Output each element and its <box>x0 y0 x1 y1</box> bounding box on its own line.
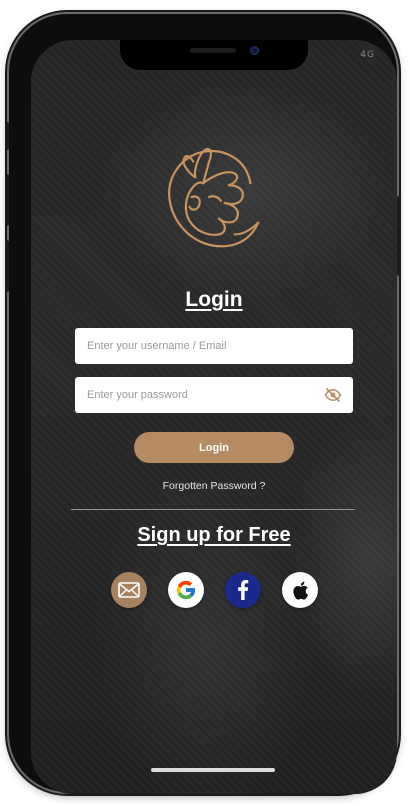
signup-link[interactable]: Sign up for Free <box>31 524 397 547</box>
phone-frame: 4G Login Enter your username / Email Log… <box>5 14 401 794</box>
password-field[interactable] <box>75 377 353 413</box>
hand-ok-gesture-logo-icon <box>168 147 260 248</box>
divider <box>71 509 355 510</box>
front-camera <box>250 46 259 55</box>
apple-login-button[interactable] <box>281 572 318 608</box>
username-field[interactable] <box>75 328 353 364</box>
envelope-icon <box>117 582 140 598</box>
username-input[interactable] <box>75 340 353 352</box>
facebook-login-button[interactable] <box>224 572 261 608</box>
password-input[interactable] <box>75 389 353 401</box>
login-button[interactable]: Login <box>134 432 294 463</box>
power-button <box>397 196 401 276</box>
social-login-row <box>31 572 397 608</box>
google-icon <box>176 580 195 600</box>
volume-up-button <box>5 174 9 226</box>
google-login-button[interactable] <box>167 572 204 608</box>
forgot-password-link[interactable]: Forgotten Password ? <box>31 480 397 492</box>
eye-slash-icon[interactable] <box>323 386 343 404</box>
app-screen: 4G Login Enter your username / Email Log… <box>31 40 397 794</box>
apple-icon <box>292 581 308 600</box>
login-title: Login <box>185 288 243 311</box>
notch <box>120 40 308 70</box>
status-bar-network: 4G <box>360 50 375 60</box>
mute-switch <box>5 122 9 150</box>
email-login-button[interactable] <box>110 572 147 608</box>
facebook-icon <box>237 580 248 600</box>
home-indicator[interactable] <box>151 768 275 772</box>
volume-down-button <box>5 240 9 292</box>
speaker <box>190 48 236 53</box>
